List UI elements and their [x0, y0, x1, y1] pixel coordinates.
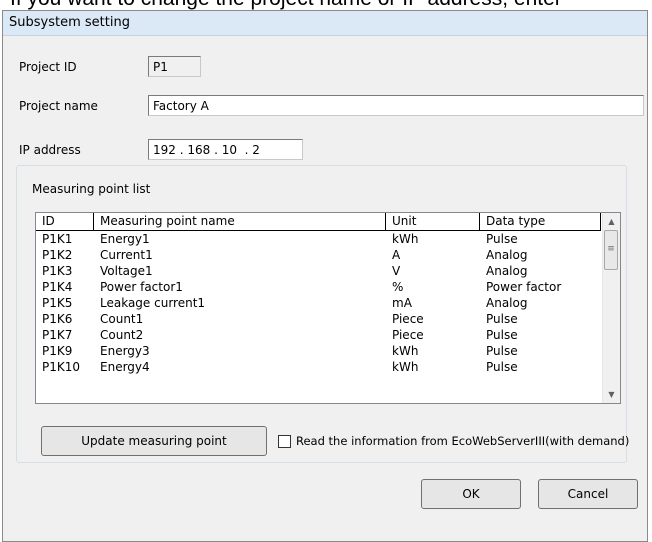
cancel-button[interactable]: Cancel	[538, 479, 638, 509]
read-info-checkbox-label[interactable]: Read the information from EcoWebServerII…	[296, 433, 629, 449]
cell-id: P1K7	[42, 328, 73, 342]
column-header-unit[interactable]: Unit	[386, 213, 480, 230]
cell-id: P1K5	[42, 296, 73, 310]
scroll-up-arrow-icon[interactable]: ▲	[603, 213, 620, 230]
table-row[interactable]: P1K6 Count1 Piece Pulse	[36, 311, 601, 327]
project-name-label: Project name	[19, 99, 98, 113]
cell-data-type: Pulse	[486, 360, 518, 374]
cell-data-type: Analog	[486, 296, 528, 310]
dialog-titlebar[interactable]: Subsystem setting	[3, 11, 647, 36]
cell-name: Voltage1	[100, 264, 153, 278]
cell-unit: Piece	[392, 328, 424, 342]
cell-unit: mA	[392, 296, 412, 310]
cell-unit: kWh	[392, 344, 419, 358]
dialog-title: Subsystem setting	[9, 15, 130, 30]
project-id-field: P1	[148, 56, 201, 77]
cell-id: P1K2	[42, 248, 73, 262]
scroll-thumb[interactable]: ≡	[604, 230, 618, 270]
table-row[interactable]: P1K9 Energy3 kWh Pulse	[36, 343, 601, 359]
cell-data-type: Power factor	[486, 280, 562, 294]
cell-data-type: Pulse	[486, 312, 518, 326]
table-row[interactable]: P1K2 Current1 A Analog	[36, 247, 601, 263]
cell-id: P1K10	[42, 360, 81, 374]
cell-id: P1K3	[42, 264, 73, 278]
ok-button[interactable]: OK	[421, 479, 521, 509]
cell-unit: kWh	[392, 232, 419, 246]
cell-data-type: Analog	[486, 248, 528, 262]
cell-id: P1K6	[42, 312, 73, 326]
cell-id: P1K4	[42, 280, 73, 294]
measuring-point-listview[interactable]: ID Measuring point name Unit Data type P…	[35, 212, 621, 404]
column-header-id[interactable]: ID	[36, 213, 94, 230]
project-id-label: Project ID	[19, 60, 77, 74]
cell-name: Power factor1	[100, 280, 183, 294]
listview-header: ID Measuring point name Unit Data type	[36, 213, 601, 231]
listview-vertical-scrollbar[interactable]: ▲ ≡ ▼	[602, 213, 620, 403]
update-measuring-point-button[interactable]: Update measuring point	[41, 426, 267, 456]
cell-id: P1K9	[42, 344, 73, 358]
ip-address-label: IP address	[19, 143, 81, 157]
cell-unit: kWh	[392, 360, 419, 374]
read-info-checkbox[interactable]	[278, 435, 291, 448]
ip-address-input[interactable]: 192 . 168 . 10 . 2	[148, 139, 303, 160]
cell-name: Energy4	[100, 360, 150, 374]
cell-data-type: Pulse	[486, 232, 518, 246]
cell-unit: Piece	[392, 312, 424, 326]
cell-id: P1K1	[42, 232, 73, 246]
table-row[interactable]: P1K7 Count2 Piece Pulse	[36, 327, 601, 343]
column-header-data-type[interactable]: Data type	[480, 213, 601, 230]
table-row[interactable]: P1K3 Voltage1 V Analog	[36, 263, 601, 279]
scroll-down-arrow-icon[interactable]: ▼	[603, 386, 620, 403]
cell-name: Current1	[100, 248, 153, 262]
cell-name: Energy3	[100, 344, 150, 358]
listview-body: P1K1 Energy1 kWh Pulse P1K2 Current1 A A…	[36, 231, 601, 375]
cell-unit: A	[392, 248, 401, 262]
cell-unit: %	[392, 280, 404, 294]
cell-data-type: Analog	[486, 264, 528, 278]
project-name-input[interactable]: Factory A	[148, 95, 644, 116]
table-row[interactable]: P1K5 Leakage current1 mA Analog	[36, 295, 601, 311]
cell-name: Count2	[100, 328, 144, 342]
cell-unit: V	[392, 264, 401, 278]
cell-name: Energy1	[100, 232, 150, 246]
measuring-point-list-label: Measuring point list	[31, 182, 152, 196]
table-row[interactable]: P1K1 Energy1 kWh Pulse	[36, 231, 601, 247]
cell-name: Leakage current1	[100, 296, 206, 310]
table-row[interactable]: P1K4 Power factor1 % Power factor	[36, 279, 601, 295]
cell-name: Count1	[100, 312, 144, 326]
table-row[interactable]: P1K10 Energy4 kWh Pulse	[36, 359, 601, 375]
cell-data-type: Pulse	[486, 344, 518, 358]
column-header-name[interactable]: Measuring point name	[94, 213, 386, 230]
cell-data-type: Pulse	[486, 328, 518, 342]
